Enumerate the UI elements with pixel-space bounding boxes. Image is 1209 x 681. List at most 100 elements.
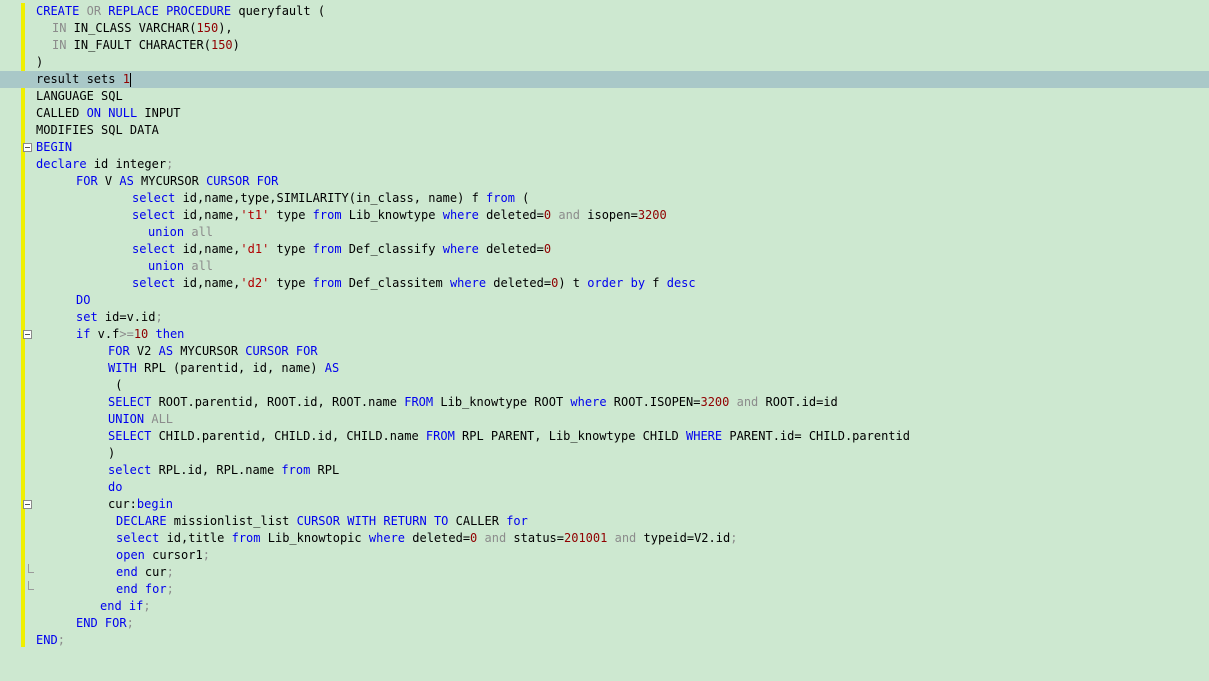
code-token: select [132, 242, 176, 256]
code-line[interactable]: END; [0, 632, 1209, 649]
code-lines[interactable]: CREATE OR REPLACE PROCEDURE queryfault (… [0, 3, 1209, 649]
code-token: where [442, 242, 479, 256]
fold-collapse-icon[interactable] [23, 330, 32, 339]
code-text: SELECT ROOT.parentid, ROOT.id, ROOT.name… [108, 394, 838, 411]
code-token: CURSOR [245, 344, 289, 358]
code-line[interactable]: ( [0, 377, 1209, 394]
code-token: ; [57, 633, 65, 647]
code-token: VARCHAR [138, 21, 190, 35]
fold-collapse-icon[interactable] [23, 500, 32, 509]
fold-collapse-icon[interactable] [23, 143, 32, 152]
code-line[interactable]: result sets 1 [0, 71, 1209, 88]
code-text: cur:begin [108, 496, 173, 513]
code-token: and [484, 531, 507, 545]
code-token: set [76, 310, 98, 324]
code-line[interactable]: WITH RPL (parentid, id, name) AS [0, 360, 1209, 377]
code-line[interactable]: if v.f>=10 then [0, 326, 1209, 343]
text-caret [129, 72, 131, 87]
fold-end-marker [28, 581, 34, 590]
code-line[interactable]: select id,name,type,SIMILARITY(in_class,… [0, 190, 1209, 207]
code-token: desc [666, 276, 696, 290]
code-line[interactable]: SELECT ROOT.parentid, ROOT.id, ROOT.name… [0, 394, 1209, 411]
code-text: WITH RPL (parentid, id, name) AS [108, 360, 339, 377]
code-line[interactable]: select RPL.id, RPL.name from RPL [0, 462, 1209, 479]
code-token: all [191, 225, 214, 239]
code-line[interactable]: IN IN_FAULT CHARACTER(150) [0, 37, 1209, 54]
code-line[interactable]: SELECT CHILD.parentid, CHILD.id, CHILD.n… [0, 428, 1209, 445]
code-line[interactable]: select id,name,'d1' type from Def_classi… [0, 241, 1209, 258]
code-token: CHILD.parentid, CHILD.id, CHILD.name [151, 429, 426, 443]
code-text: BEGIN [36, 139, 72, 156]
code-token: TO [433, 514, 449, 528]
code-token: Lib_knowtopic [260, 531, 369, 545]
code-text: set id=v.id; [76, 309, 163, 326]
code-text: select id,name,'d2' type from Def_classi… [132, 275, 696, 292]
code-line[interactable]: END FOR; [0, 615, 1209, 632]
code-token: ( [514, 191, 530, 205]
code-line[interactable]: select id,title from Lib_knowtopic where… [0, 530, 1209, 547]
code-token: ; [126, 616, 134, 630]
code-token: FROM [404, 395, 434, 409]
code-line[interactable]: cur:begin [0, 496, 1209, 513]
code-token: id [86, 157, 116, 171]
code-line[interactable]: LANGUAGE SQL [0, 88, 1209, 105]
code-line[interactable]: BEGIN [0, 139, 1209, 156]
code-line[interactable]: end if; [0, 598, 1209, 615]
code-token: END [36, 633, 58, 647]
code-line[interactable]: union all [0, 224, 1209, 241]
code-line[interactable]: ) [0, 445, 1209, 462]
code-text: do [108, 479, 122, 496]
code-line[interactable]: CALLED ON NULL INPUT [0, 105, 1209, 122]
code-line[interactable]: do [0, 479, 1209, 496]
code-token: MYCURSOR [133, 174, 207, 188]
code-token: then [155, 327, 185, 341]
code-line[interactable]: FOR V AS MYCURSOR CURSOR FOR [0, 173, 1209, 190]
code-line[interactable]: DO [0, 292, 1209, 309]
code-line[interactable]: CREATE OR REPLACE PROCEDURE queryfault ( [0, 3, 1209, 20]
sql-code-editor[interactable]: CREATE OR REPLACE PROCEDURE queryfault (… [0, 0, 1209, 681]
code-token: ) [108, 446, 116, 460]
code-token: ) t [558, 276, 588, 290]
code-line[interactable]: declare id integer; [0, 156, 1209, 173]
code-token: ; [143, 599, 151, 613]
code-line[interactable]: end cur; [0, 564, 1209, 581]
code-token: type [269, 276, 313, 290]
code-token: CALLER [448, 514, 507, 528]
code-line[interactable]: end for; [0, 581, 1209, 598]
code-line[interactable]: ) [0, 54, 1209, 71]
code-text: end cur; [116, 564, 174, 581]
code-token: result sets [36, 72, 123, 86]
code-token: V [97, 174, 120, 188]
code-line[interactable]: select id,name,'d2' type from Def_classi… [0, 275, 1209, 292]
code-token: FOR [108, 344, 130, 358]
code-token: id,name, [175, 276, 241, 290]
code-token: open [116, 548, 145, 562]
code-token: id=v.id [97, 310, 156, 324]
code-token: FOR [104, 616, 127, 630]
code-token: RPL [310, 463, 340, 477]
code-token: order [587, 276, 624, 290]
code-token: ) [36, 55, 44, 69]
code-token: CREATE [36, 4, 80, 18]
code-line[interactable]: open cursor1; [0, 547, 1209, 564]
code-token: for [506, 514, 528, 528]
code-token: where [368, 531, 406, 545]
code-line[interactable]: DECLARE missionlist_list CURSOR WITH RET… [0, 513, 1209, 530]
code-token: 't1' [240, 208, 270, 222]
code-line[interactable]: FOR V2 AS MYCURSOR CURSOR FOR [0, 343, 1209, 360]
code-token: select [132, 208, 176, 222]
code-text: CALLED ON NULL INPUT [36, 105, 181, 122]
code-text: CREATE OR REPLACE PROCEDURE queryfault ( [36, 3, 325, 20]
code-line[interactable]: MODIFIES SQL DATA [0, 122, 1209, 139]
code-line[interactable]: set id=v.id; [0, 309, 1209, 326]
code-line[interactable]: union all [0, 258, 1209, 275]
code-token: type [269, 242, 313, 256]
code-text: ) [108, 445, 115, 462]
code-line[interactable]: UNION ALL [0, 411, 1209, 428]
code-line[interactable]: IN IN_CLASS VARCHAR(150), [0, 20, 1209, 37]
code-line[interactable]: select id,name,'t1' type from Lib_knowty… [0, 207, 1209, 224]
code-token: OR [86, 4, 102, 18]
